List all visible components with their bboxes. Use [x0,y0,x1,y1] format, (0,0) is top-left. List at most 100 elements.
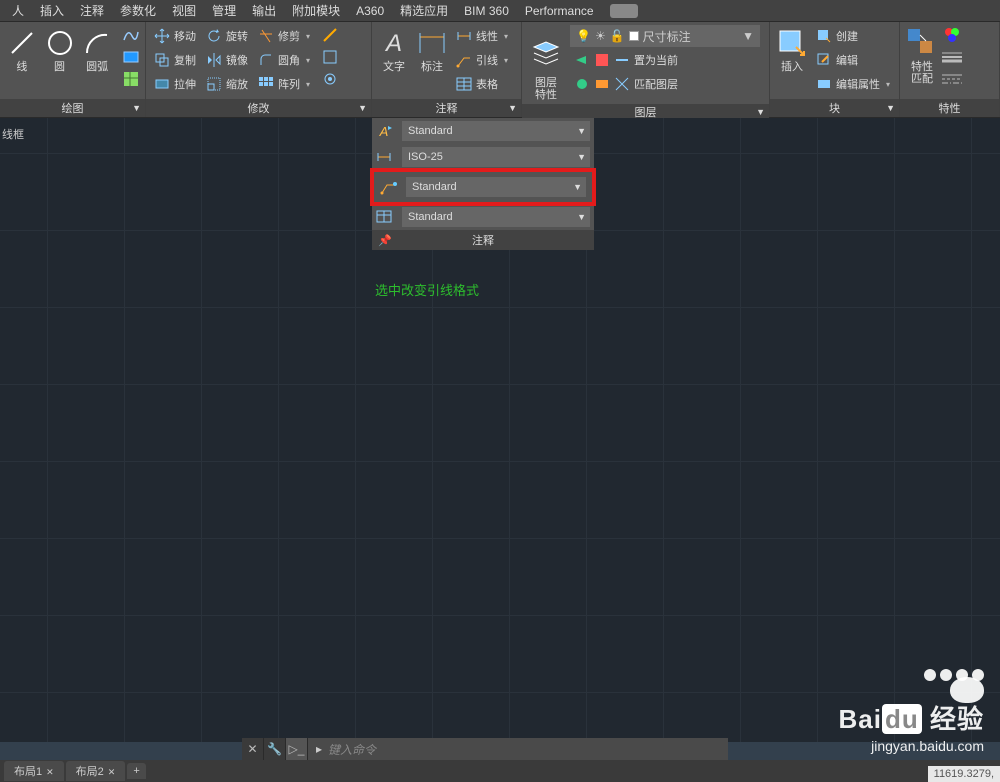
textstyle-row: A Standard▼ [372,118,594,144]
panel-title-modify[interactable]: 修改▼ [146,99,371,117]
menu-item[interactable]: A360 [348,4,392,18]
menu-item[interactable]: 精选应用 [392,2,456,19]
textstyle-dropdown[interactable]: Standard▼ [402,121,590,141]
layout-tab[interactable]: 布局2✕ [66,761,126,781]
cmd-wrench-button[interactable]: 🔧 [264,738,286,760]
add-layout-tab[interactable]: + [127,763,145,779]
stretch-icon [154,76,170,92]
move-button[interactable]: 移动 [150,25,200,47]
edit-block-button[interactable]: 编辑 [812,49,894,71]
cmd-close-button[interactable]: ✕ [242,738,264,760]
cmd-prompt-button[interactable]: ▷_ [286,738,308,760]
copy-icon [154,52,170,68]
panel-layers: 图层 特性 💡 ☀ 🔓 尺寸标注 ▼ 置为当前 匹配图层 图层▼ [522,22,770,117]
rectangle-icon[interactable] [121,47,141,67]
visual-style-label[interactable]: 线框 [2,126,24,142]
modify-misc-icon[interactable] [320,25,340,45]
camera-icon[interactable] [610,4,638,18]
coordinates-readout: 11619.3279, [928,766,1000,782]
leader-button[interactable]: 引线▾ [452,49,512,71]
fillet-button[interactable]: 圆角▾ [254,49,314,71]
modify-misc-icon[interactable] [320,47,340,67]
highlight-red-box: Standard▼ [370,168,596,206]
hatch-icon[interactable] [121,69,141,89]
move-icon [154,28,170,44]
copy-button[interactable]: 复制 [150,49,200,71]
flyout-footer[interactable]: 📌注释 [372,230,594,250]
layer-name: 尺寸标注 [643,28,691,45]
dimension-button[interactable]: 标注 [414,25,450,73]
menu-item[interactable]: 附加模块 [284,2,348,19]
scale-button[interactable]: 缩放 [202,73,252,95]
annotation-note: 选中改变引线格式 [375,280,479,299]
mleaderstyle-icon [380,179,400,195]
circle-button[interactable]: 圆 [42,25,78,73]
make-current-button[interactable]: 置为当前 [570,49,763,71]
tablestyle-row: Standard▼ [372,204,594,230]
menu-item[interactable]: 人 [4,2,32,19]
text-button[interactable]: A 文字 [376,25,412,73]
match-layer-button[interactable]: 匹配图层 [570,73,763,95]
dimstyle-icon [376,149,396,165]
sun-icon: ☀ [595,29,606,43]
modify-misc-icon[interactable] [320,69,340,89]
panel-modify: 移动 复制 拉伸 旋转 镜像 缩放 修剪▾ 圆角▾ 阵列▾ 修改▼ [146,22,372,117]
panel-properties: 特性 匹配 特性 [900,22,1000,117]
line-button[interactable]: 线 [4,25,40,73]
mirror-button[interactable]: 镜像 [202,49,252,71]
pin-icon: 📌 [378,234,392,247]
panel-block: 插入 创建 编辑 编辑属性▾ 块▼ [770,22,900,117]
lightbulb-icon: 💡 [576,29,591,43]
layout-tabs: 布局1✕ 布局2✕ + [0,760,1000,782]
arc-button[interactable]: 圆弧 [79,25,115,73]
table-button[interactable]: 表格 [452,73,512,95]
lock-icon: 🔓 [610,29,625,43]
leader-icon [456,52,472,68]
trim-button[interactable]: 修剪▾ [254,25,314,47]
menu-item[interactable]: 视图 [164,2,204,19]
color-picker-icon[interactable] [942,25,962,45]
watermark: Baidu 经验 jingyan.baidu.com [839,669,984,754]
menu-item[interactable]: Performance [517,4,602,18]
dimstyle-row: ISO-25▼ [372,144,594,170]
layer-dropdown[interactable]: 💡 ☀ 🔓 尺寸标注 ▼ [570,25,760,47]
polyline-icon[interactable] [121,25,141,45]
mleaderstyle-row: Standard▼ [376,174,590,200]
svg-text:A: A [384,30,402,57]
tablestyle-icon [376,209,396,225]
mleaderstyle-dropdown[interactable]: Standard▼ [406,177,586,197]
linear-icon [456,28,472,44]
menu-item[interactable]: 管理 [204,2,244,19]
scale-icon [206,76,222,92]
annotation-flyout: A Standard▼ ISO-25▼ Standard▼ Standard▼ … [372,118,594,250]
menu-item[interactable]: 参数化 [112,2,164,19]
panel-title-block[interactable]: 块▼ [770,99,899,117]
panel-title-draw[interactable]: 绘图▼ [0,99,145,117]
fillet-icon [258,52,274,68]
tablestyle-dropdown[interactable]: Standard▼ [402,207,590,227]
match-properties-button[interactable]: 特性 匹配 [904,25,940,85]
stretch-button[interactable]: 拉伸 [150,73,200,95]
menu-item[interactable]: 输出 [244,2,284,19]
array-button[interactable]: 阵列▾ [254,73,314,95]
panel-annotation: A 文字 标注 线性▾ 引线▾ 表格 注释▼ [372,22,522,117]
layer-properties-button[interactable]: 图层 特性 [528,25,564,101]
linear-button[interactable]: 线性▾ [452,25,512,47]
trim-icon [258,28,274,44]
panel-title-annotation[interactable]: 注释▼ [372,99,521,117]
menu-item[interactable]: 注释 [72,2,112,19]
rotate-button[interactable]: 旋转 [202,25,252,47]
command-input[interactable]: ▸键入命令 [308,738,728,760]
create-block-button[interactable]: 创建 [812,25,894,47]
menu-item[interactable]: 插入 [32,2,72,19]
panel-title-properties[interactable]: 特性 [900,99,999,117]
lineweight-icon[interactable] [942,47,962,67]
dimstyle-dropdown[interactable]: ISO-25▼ [402,147,590,167]
insert-block-button[interactable]: 插入 [774,25,810,73]
svg-text:A: A [379,124,389,139]
linetype-icon[interactable] [942,69,962,89]
edit-attr-button[interactable]: 编辑属性▾ [812,73,894,95]
mirror-icon [206,52,222,68]
menu-item[interactable]: BIM 360 [456,4,517,18]
layout-tab[interactable]: 布局1✕ [4,761,64,781]
